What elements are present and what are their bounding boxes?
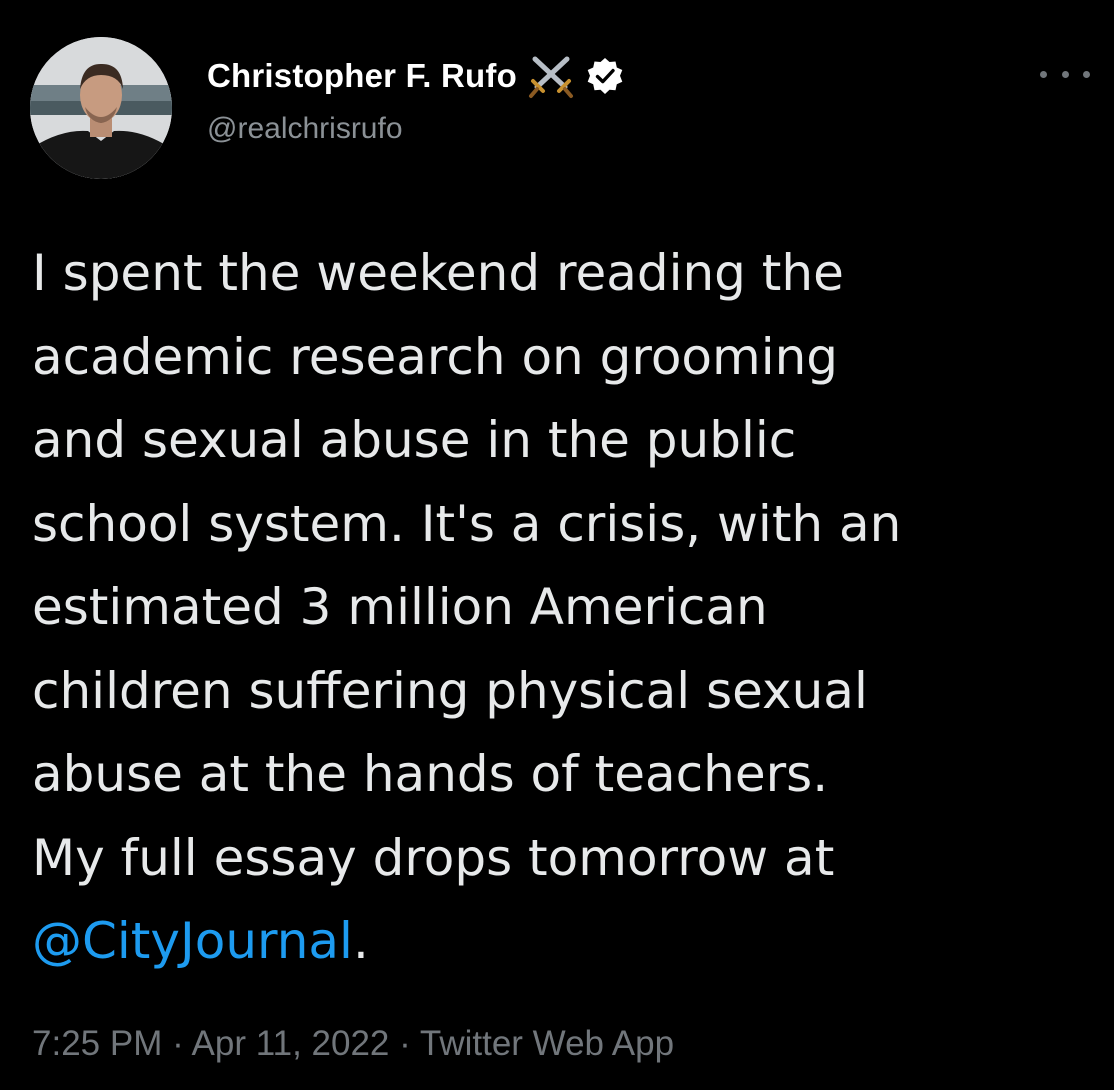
tweet-text-line-last: @CityJournal. bbox=[32, 900, 1102, 984]
author-handle[interactable]: @realchrisrufo bbox=[207, 112, 403, 146]
more-options-icon[interactable] bbox=[1040, 62, 1090, 86]
tweet-text-line: children suffering physical sexual bbox=[32, 661, 868, 720]
more-dot bbox=[1040, 70, 1047, 78]
tweet-text-line: abuse at the hands of teachers. bbox=[32, 745, 829, 803]
author-name-row: Christopher F. Rufo bbox=[207, 52, 625, 100]
tweet-text-line: school system. It's a crisis, with an bbox=[32, 494, 902, 553]
verified-badge-icon bbox=[585, 56, 625, 96]
more-dot bbox=[1061, 70, 1069, 78]
tweet-text: I spent the weekend reading the academic… bbox=[32, 232, 1102, 984]
display-name[interactable]: Christopher F. Rufo bbox=[207, 57, 517, 95]
meta-separator: · bbox=[162, 1024, 192, 1063]
mention-link[interactable]: @CityJournal bbox=[32, 912, 353, 970]
tweet-source: Twitter Web App bbox=[419, 1024, 675, 1063]
more-dot bbox=[1083, 70, 1090, 78]
mention-suffix: . bbox=[352, 912, 369, 970]
tweet-text-line: and sexual abuse in the public bbox=[32, 411, 797, 469]
tweet-time[interactable]: 7:25 PM bbox=[32, 1024, 162, 1063]
tweet-text-line: academic research on grooming bbox=[32, 327, 839, 386]
tweet-card: Christopher F. Rufo @realchrisrufo I spe… bbox=[0, 0, 1114, 1090]
meta-separator: · bbox=[389, 1024, 420, 1063]
avatar[interactable] bbox=[30, 37, 172, 179]
tweet-text-line: estimated 3 million American bbox=[32, 578, 768, 636]
tweet-metadata: 7:25 PM · Apr 11, 2022 · Twitter Web App bbox=[32, 1024, 674, 1064]
tweet-text-line: I spent the weekend reading the bbox=[32, 244, 844, 302]
tweet-text-line: My full essay drops tomorrow at bbox=[32, 828, 835, 887]
crossed-swords-icon bbox=[525, 53, 577, 99]
tweet-date[interactable]: Apr 11, 2022 bbox=[192, 1024, 390, 1063]
